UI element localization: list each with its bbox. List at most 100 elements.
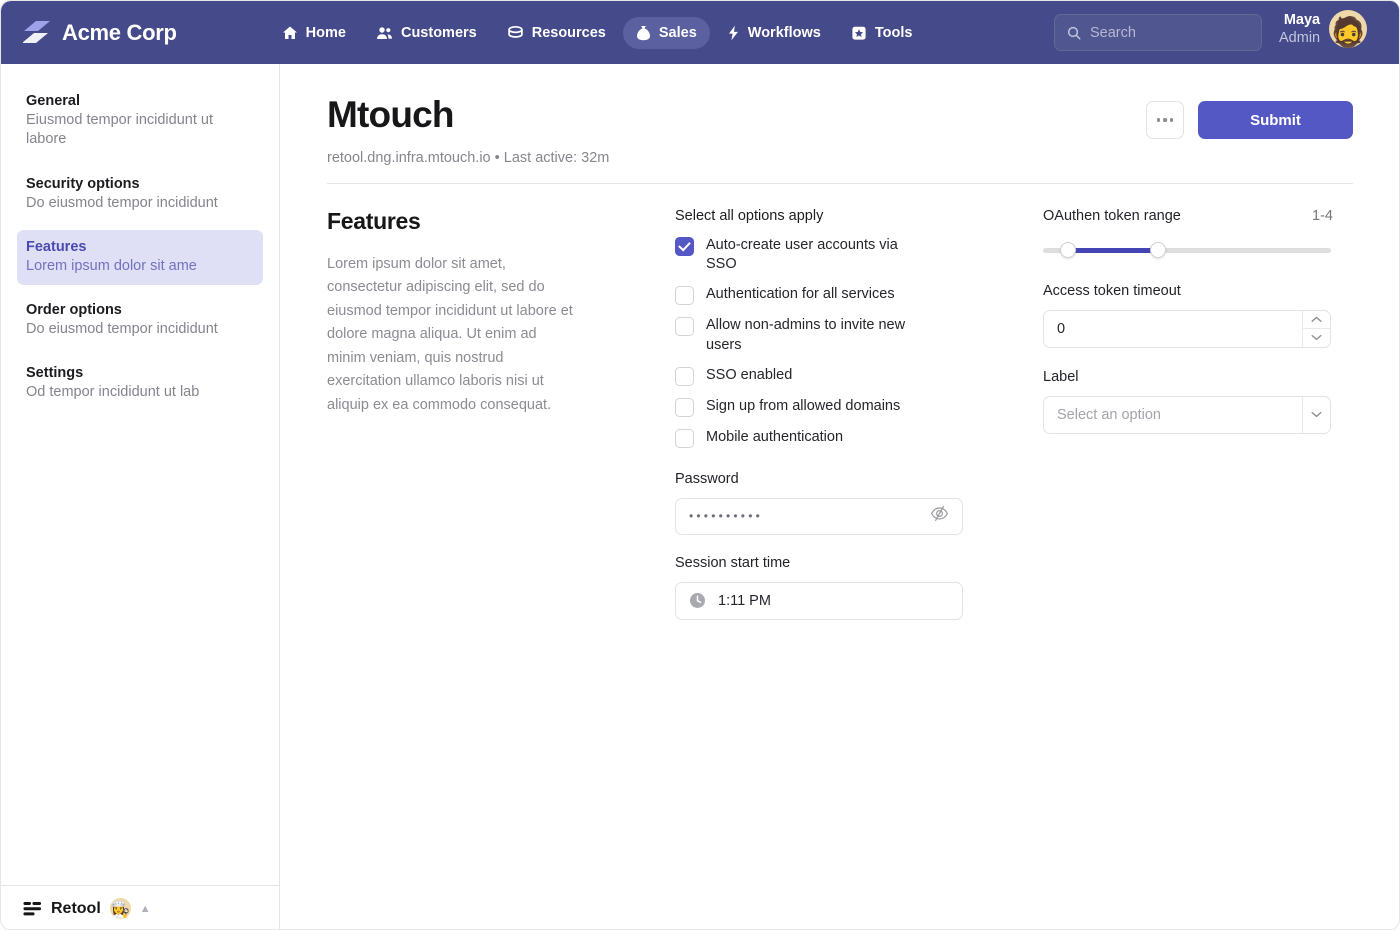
features-description: Lorem ipsum dolor sit amet, consectetur … (327, 253, 575, 417)
slider-handle-low[interactable] (1060, 242, 1076, 258)
chevron-up-icon[interactable]: ▲ (140, 903, 151, 915)
user-name: Maya (1279, 11, 1320, 29)
checkbox-allow-non-admins-invite[interactable] (675, 317, 694, 336)
nav-item-tools[interactable]: Tools (838, 17, 926, 49)
options-column: Select all options apply Auto-create use… (675, 208, 1043, 620)
checkbox-mobile-authentication[interactable] (675, 429, 694, 448)
star-box-icon (851, 25, 867, 41)
sidebar-item-security-options-title: Security options (26, 176, 254, 192)
search-input[interactable] (1090, 25, 1249, 41)
token-range-block: OAuthen token range 1-4 (1043, 208, 1333, 258)
stepper-up-button[interactable] (1303, 311, 1330, 329)
nav-item-sales-label: Sales (659, 25, 697, 41)
brand-logo-group[interactable]: Acme Corp (23, 20, 177, 46)
nav-item-customers-label: Customers (401, 25, 477, 41)
password-input[interactable]: •••••••••• (675, 498, 963, 535)
options-group-label: Select all options apply (675, 208, 1043, 224)
user-text: Maya Admin (1279, 11, 1320, 47)
chevron-down-icon (1311, 334, 1322, 341)
sidebar-item-settings-desc: Od tempor incididunt ut lab (26, 383, 254, 402)
sidebar-item-settings[interactable]: Settings Od tempor incididunt ut lab (17, 356, 263, 411)
nav-item-resources-label: Resources (532, 25, 606, 41)
sidebar-item-settings-title: Settings (26, 365, 254, 381)
nav-item-customers[interactable]: Customers (363, 17, 490, 49)
eye-off-icon[interactable] (930, 505, 949, 527)
nav-item-home[interactable]: Home (269, 17, 359, 49)
label-select-input[interactable]: Select an option (1043, 396, 1331, 434)
user-menu[interactable]: Maya Admin 🧔 (1279, 10, 1367, 48)
sidebar: General Eiusmod tempor incididunt ut lab… (1, 64, 280, 930)
stepper-down-button[interactable] (1303, 328, 1330, 347)
clock-icon (689, 592, 706, 609)
lightning-bolt-icon (727, 25, 740, 41)
sidebar-item-order-options-title: Order options (26, 302, 254, 318)
retool-logo-icon (23, 901, 42, 917)
checkbox-row-auto-create-user-accounts[interactable]: Auto-create user accounts via SSO (675, 236, 1043, 275)
brand-name: Acme Corp (62, 20, 177, 46)
checkbox-row-allow-non-admins-invite[interactable]: Allow non-admins to invite new users (675, 316, 1043, 355)
checkbox-label-authentication-for-all-services: Authentication for all services (706, 285, 895, 304)
features-heading: Features (327, 208, 675, 235)
checkbox-row-sso-enabled[interactable]: SSO enabled (675, 366, 1043, 386)
session-start-time-block: Session start time 1:11 PM (675, 555, 1043, 620)
checkbox-authentication-for-all-services[interactable] (675, 286, 694, 305)
checkbox-sign-up-allowed-domains[interactable] (675, 398, 694, 417)
chevron-down-icon (1311, 411, 1322, 418)
token-range-slider[interactable] (1043, 242, 1331, 258)
access-token-timeout-label: Access token timeout (1043, 283, 1333, 299)
avatar[interactable]: 🧔 (1329, 10, 1367, 48)
session-start-time-input[interactable]: 1:11 PM (675, 582, 963, 620)
token-range-value: 1-4 (1312, 208, 1333, 224)
token-range-label: OAuthen token range (1043, 208, 1181, 224)
chevron-up-icon (1311, 316, 1322, 323)
nav-item-workflows[interactable]: Workflows (714, 17, 834, 49)
nav-item-workflows-label: Workflows (748, 25, 821, 41)
sidebar-item-general[interactable]: General Eiusmod tempor incididunt ut lab… (17, 84, 263, 159)
nav-item-tools-label: Tools (875, 25, 913, 41)
sidebar-item-list: General Eiusmod tempor incididunt ut lab… (1, 64, 279, 412)
token-settings-column: OAuthen token range 1-4 Access token tim… (1043, 208, 1333, 620)
checkbox-label-mobile-authentication: Mobile authentication (706, 428, 843, 447)
sidebar-item-security-options[interactable]: Security options Do eiusmod tempor incid… (17, 167, 263, 222)
page-header: Mtouch retool.dng.infra.mtouch.io • Last… (327, 95, 1353, 184)
retool-label: Retool (51, 900, 101, 918)
retool-avatar[interactable]: 👩‍🍳 (110, 898, 131, 919)
sidebar-item-general-desc: Eiusmod tempor incididunt ut labore (26, 111, 254, 150)
token-range-header: OAuthen token range 1-4 (1043, 208, 1333, 224)
access-token-timeout-block: Access token timeout 0 (1043, 283, 1333, 348)
sidebar-footer[interactable]: Retool 👩‍🍳 ▲ (1, 885, 280, 930)
checkbox-row-authentication-for-all-services[interactable]: Authentication for all services (675, 285, 1043, 305)
search-box[interactable] (1054, 14, 1262, 51)
session-start-time-label: Session start time (675, 555, 1043, 571)
nav-links: Home Customers Resources (269, 17, 926, 49)
ellipsis-icon-dot (1157, 118, 1161, 122)
nav-item-sales[interactable]: Sales (623, 17, 710, 49)
nav-item-home-label: Home (306, 25, 346, 41)
sidebar-item-order-options-desc: Do eiusmod tempor incididunt (26, 320, 254, 339)
database-icon (507, 25, 524, 41)
sidebar-item-features[interactable]: Features Lorem ipsum dolor sit ame (17, 230, 263, 285)
layers-logo-icon (23, 20, 51, 46)
number-stepper (1302, 311, 1330, 347)
label-select-label: Label (1043, 369, 1333, 385)
sidebar-item-security-options-desc: Do eiusmod tempor incididunt (26, 194, 254, 213)
password-field-block: Password •••••••••• (675, 471, 1043, 535)
nav-item-resources[interactable]: Resources (494, 17, 619, 49)
session-start-time-value: 1:11 PM (718, 593, 771, 609)
users-icon (376, 25, 393, 41)
slider-handle-high[interactable] (1150, 242, 1166, 258)
checkbox-label-auto-create-user-accounts: Auto-create user accounts via SSO (706, 236, 916, 275)
checkbox-auto-create-user-accounts[interactable] (675, 237, 694, 256)
checkbox-row-sign-up-allowed-domains[interactable]: Sign up from allowed domains (675, 397, 1043, 417)
main-content: Mtouch retool.dng.infra.mtouch.io • Last… (280, 64, 1400, 930)
checkbox-sso-enabled[interactable] (675, 367, 694, 386)
checkbox-row-mobile-authentication[interactable]: Mobile authentication (675, 428, 1043, 448)
access-token-timeout-input[interactable]: 0 (1043, 310, 1331, 348)
submit-button[interactable]: Submit (1198, 101, 1353, 139)
checkbox-label-allow-non-admins-invite: Allow non-admins to invite new users (706, 316, 916, 355)
home-icon (282, 25, 298, 41)
more-options-button[interactable] (1146, 101, 1184, 139)
label-select-caret-button[interactable] (1302, 397, 1330, 433)
sidebar-item-order-options[interactable]: Order options Do eiusmod tempor incididu… (17, 293, 263, 348)
password-label: Password (675, 471, 1043, 487)
